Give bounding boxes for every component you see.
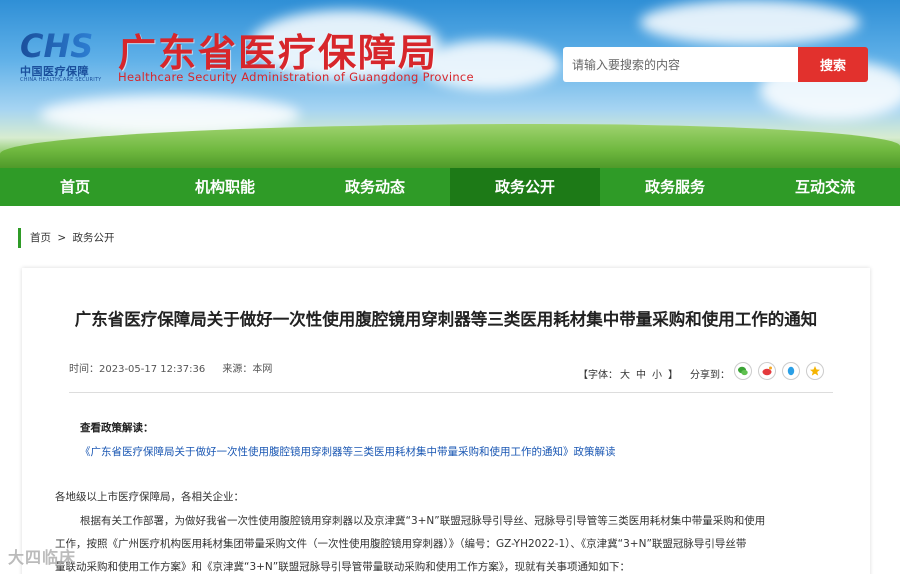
site-title[interactable]: 广东省医疗保障局: [118, 22, 438, 77]
article-paragraph: 量联动采购和使用工作方案》和《京津冀“3+N”联盟冠脉导引导管带量联动采购和使用…: [55, 561, 630, 573]
header-banner: CHS 中国医疗保障 CHINA HEALTHCARE SECURITY 广东省…: [0, 0, 900, 168]
share-icons: [734, 362, 824, 380]
search-button[interactable]: 搜索: [798, 47, 868, 82]
cloud-decoration: [640, 0, 860, 45]
font-size-label: 【字体：: [578, 370, 618, 381]
nav-item-organization[interactable]: 机构职能: [150, 168, 300, 206]
nav-item-gov-disclosure[interactable]: 政务公开: [450, 168, 600, 206]
breadcrumb-current[interactable]: 政务公开: [73, 232, 115, 244]
font-size-close: 】: [668, 370, 678, 381]
breadcrumb: 首页 > 政务公开: [18, 228, 118, 248]
meta-divider: [69, 392, 833, 393]
publish-time: 时间：2023-05-17 12:37:36: [69, 364, 206, 375]
nav-item-services[interactable]: 政务服务: [600, 168, 750, 206]
breadcrumb-separator: >: [57, 232, 67, 244]
font-size-control: 【字体：大中小】: [578, 366, 684, 381]
article-paragraph: 各地级以上市医疗保障局，各相关企业：: [55, 491, 244, 503]
qzone-icon[interactable]: [806, 362, 824, 380]
watermark: 大四临床: [8, 548, 77, 567]
article-panel: 广东省医疗保障局关于做好一次性使用腹腔镜用穿刺器等三类医用耗材集中带量采购和使用…: [22, 268, 870, 574]
policy-interpretation-link[interactable]: 《广东省医疗保障局关于做好一次性使用腹腔镜用穿刺器等三类医用耗材集中带量采购和使…: [80, 444, 616, 459]
site-subtitle: Healthcare Security Administration of Gu…: [118, 70, 474, 84]
qq-icon[interactable]: [782, 362, 800, 380]
nav-item-news[interactable]: 政务动态: [300, 168, 450, 206]
article-source: 来源：本网: [222, 364, 273, 375]
font-size-medium-button[interactable]: 中: [636, 370, 646, 381]
article-title: 广东省医疗保障局关于做好一次性使用腹腔镜用穿刺器等三类医用耗材集中带量采购和使用…: [74, 310, 818, 329]
search-box: 搜索: [563, 47, 868, 82]
share-label: 分享到：: [690, 370, 730, 381]
chs-logo-icon[interactable]: CHS: [20, 28, 106, 62]
main-nav: 首页 机构职能 政务动态 政务公开 政务服务 互动交流: [0, 168, 900, 206]
nav-item-interaction[interactable]: 互动交流: [750, 168, 900, 206]
weibo-icon[interactable]: [758, 362, 776, 380]
search-input[interactable]: [563, 47, 798, 82]
policy-interpretation-heading: 查看政策解读：: [80, 422, 154, 434]
article-meta: 时间：2023-05-17 12:37:36 来源：本网: [69, 360, 286, 375]
wechat-icon[interactable]: [734, 362, 752, 380]
article-paragraph: 工作，按照《广州医疗机构医用耗材集团带量采购文件（一次性使用腹腔镜用穿刺器）》（…: [55, 538, 747, 550]
article-paragraph: 根据有关工作部署，为做好我省一次性使用腹腔镜用穿刺器以及京津冀“3+N”联盟冠脉…: [80, 515, 766, 527]
breadcrumb-home[interactable]: 首页: [30, 232, 51, 244]
font-size-small-button[interactable]: 小: [652, 370, 662, 381]
logo-letters: CHS: [20, 28, 93, 62]
font-size-large-button[interactable]: 大: [620, 370, 630, 381]
logo-en-text: CHINA HEALTHCARE SECURITY: [20, 77, 102, 83]
nav-item-home[interactable]: 首页: [0, 168, 150, 206]
